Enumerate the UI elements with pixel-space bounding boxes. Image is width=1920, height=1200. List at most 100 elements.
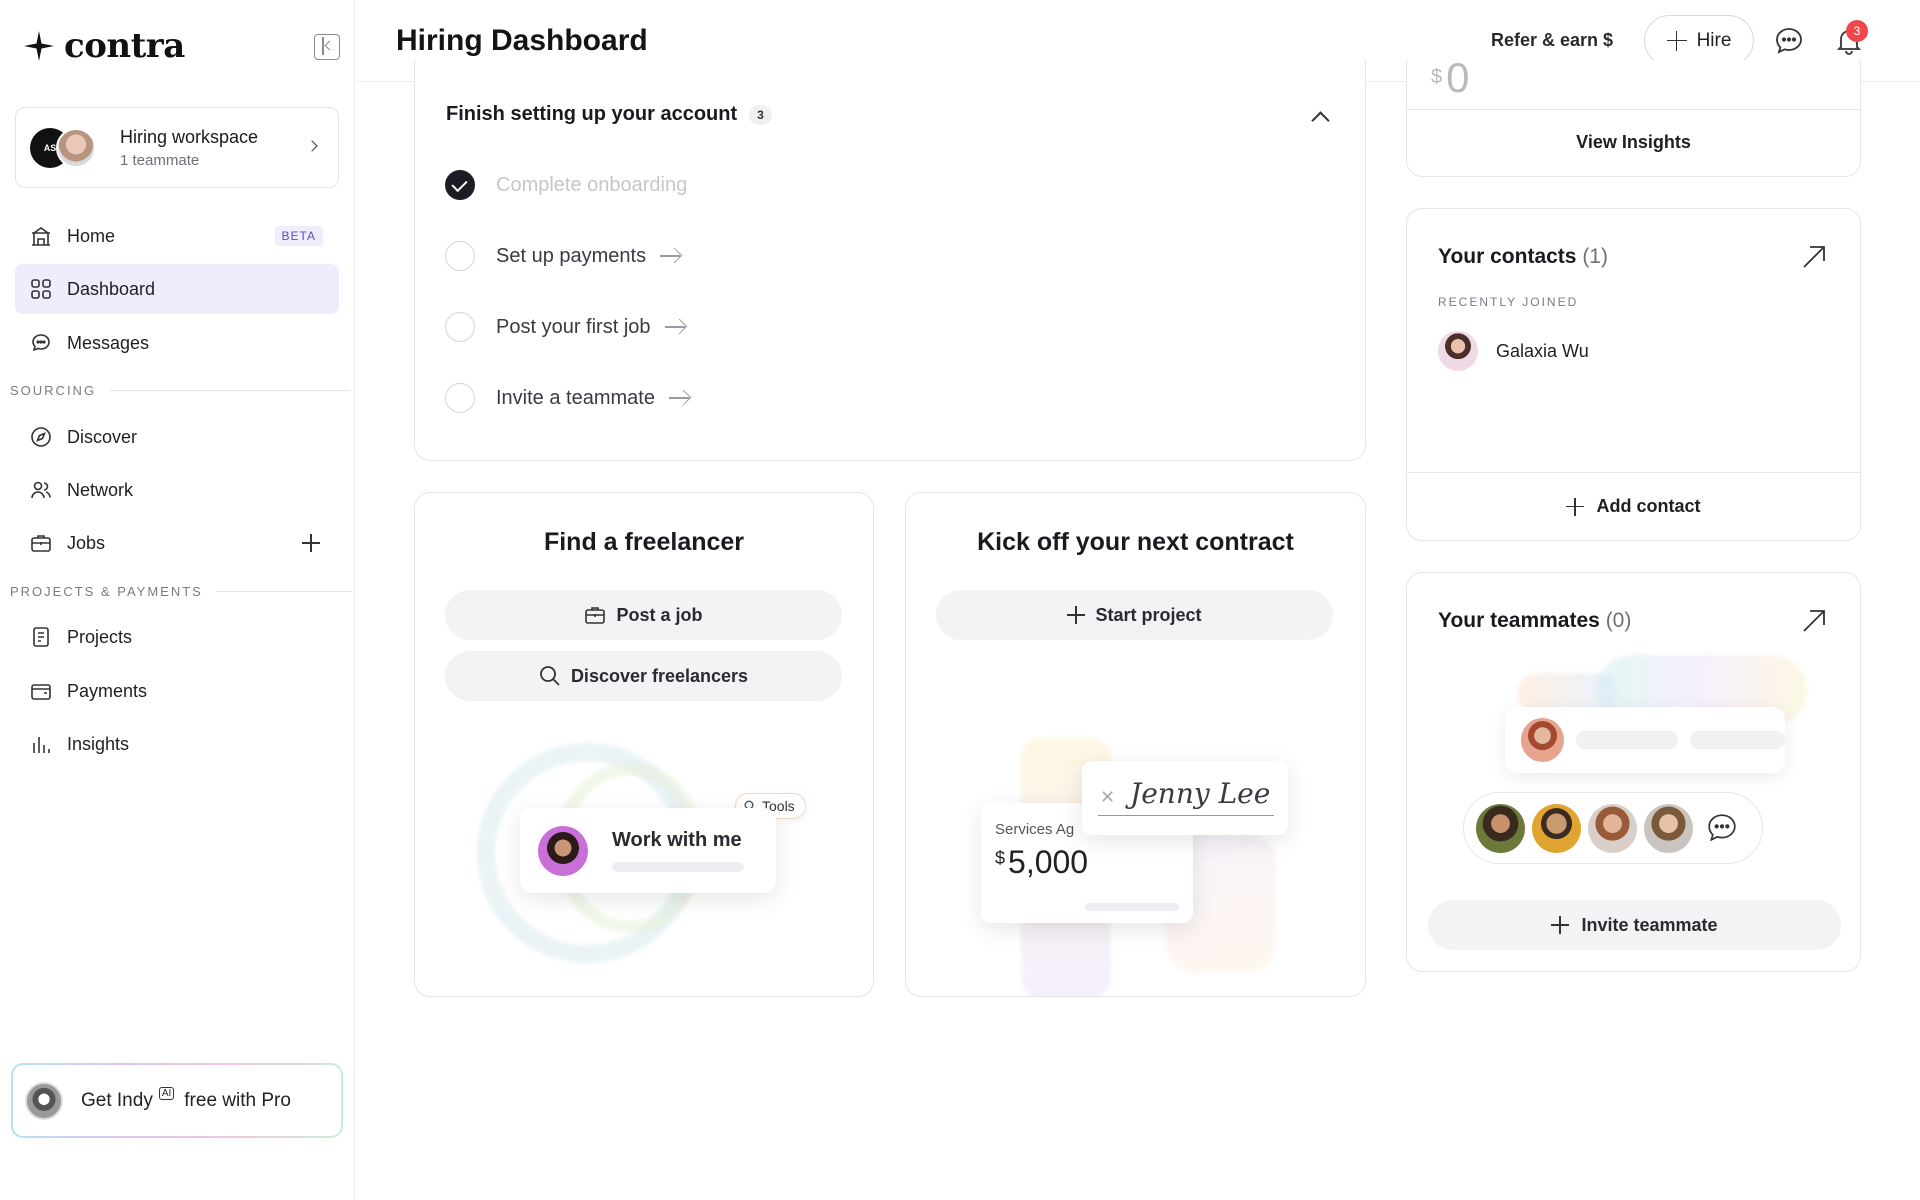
indy-promo-banner[interactable]: Get Indy AI free with Pro bbox=[11, 1063, 343, 1138]
home-icon bbox=[29, 224, 53, 248]
arrow-right-icon bbox=[664, 320, 687, 334]
nav-discover[interactable]: Discover bbox=[15, 412, 339, 462]
plus-icon bbox=[1666, 30, 1687, 51]
contact-avatar bbox=[1438, 331, 1478, 371]
find-freelancer-card: Find a freelancer Post a job Discover fr… bbox=[414, 492, 874, 997]
workspace-avatars: AS bbox=[30, 126, 100, 170]
post-job-button[interactable]: Post a job bbox=[445, 590, 842, 640]
compass-icon bbox=[29, 425, 53, 449]
task-post-first-job[interactable]: Post your first job bbox=[445, 312, 687, 342]
wallet-icon bbox=[29, 679, 53, 703]
teammate-avatar-row bbox=[1463, 792, 1763, 864]
nav-messages-label: Messages bbox=[67, 332, 150, 353]
setup-count-pill: 3 bbox=[749, 104, 772, 125]
teammate-avatar bbox=[56, 127, 96, 168]
contacts-card: Your contacts (1) RECENTLY JOINED Galaxi… bbox=[1406, 208, 1861, 541]
brand-name: contra bbox=[64, 26, 185, 66]
teammate-placeholder-row bbox=[1505, 707, 1785, 773]
contra-star-icon bbox=[24, 31, 54, 61]
nav-discover-label: Discover bbox=[67, 426, 138, 447]
task-set-up-payments[interactable]: Set up payments bbox=[445, 241, 682, 271]
arrow-up-right-icon[interactable] bbox=[1800, 243, 1828, 271]
empty-circle-icon bbox=[445, 312, 475, 342]
indy-astronaut-avatar bbox=[25, 1081, 63, 1120]
dashboard-grid-icon bbox=[29, 277, 53, 301]
setup-title: Finish setting up your account 3 bbox=[446, 103, 772, 126]
work-with-me-card: Work with me bbox=[520, 808, 776, 893]
contact-name: Galaxia Wu bbox=[1496, 340, 1589, 361]
chevron-up-icon[interactable] bbox=[1311, 111, 1330, 130]
arrow-up-right-icon[interactable] bbox=[1800, 607, 1828, 635]
sidebar: contra AS Hiring workspace 1 teammate Ho… bbox=[0, 0, 355, 1200]
workspace-switcher[interactable]: AS Hiring workspace 1 teammate bbox=[15, 107, 339, 188]
nav-insights[interactable]: Insights bbox=[15, 719, 339, 769]
search-icon bbox=[540, 666, 560, 686]
task-invite-teammate[interactable]: Invite a teammate bbox=[445, 383, 691, 413]
add-contact-button[interactable]: Add contact bbox=[1407, 472, 1860, 540]
signature-card: ✕ Jenny Lee bbox=[1082, 761, 1288, 835]
sourcing-section-label: SOURCING bbox=[10, 383, 351, 398]
insights-summary-card: $0 View Insights bbox=[1406, 54, 1861, 177]
nav-home-label: Home bbox=[67, 225, 116, 246]
plus-icon bbox=[1067, 606, 1086, 624]
ai-tag: AI bbox=[158, 1087, 175, 1100]
hire-label: Hire bbox=[1696, 29, 1732, 51]
start-project-button[interactable]: Start project bbox=[936, 590, 1333, 640]
close-icon: ✕ bbox=[1100, 787, 1116, 807]
plus-icon bbox=[1566, 497, 1585, 516]
empty-circle-icon bbox=[445, 383, 475, 413]
chevron-right-icon bbox=[306, 140, 318, 152]
recently-joined-label: RECENTLY JOINED bbox=[1438, 295, 1579, 309]
nav-payments-label: Payments bbox=[67, 680, 148, 701]
teammates-card: Your teammates (0) Invite teammate bbox=[1406, 572, 1861, 972]
arrow-right-icon bbox=[668, 391, 691, 405]
briefcase-icon bbox=[29, 531, 53, 555]
task-complete-onboarding[interactable]: Complete onboarding bbox=[445, 170, 687, 200]
nav-network-label: Network bbox=[67, 479, 134, 500]
contacts-title: Your contacts (1) bbox=[1438, 245, 1608, 268]
collapse-sidebar-icon[interactable] bbox=[314, 34, 340, 60]
teammate-avatar bbox=[1521, 718, 1564, 762]
nav-projects-label: Projects bbox=[67, 626, 133, 647]
checkmark-circle-icon bbox=[445, 170, 475, 200]
plus-icon bbox=[1551, 916, 1570, 934]
nav-projects[interactable]: Projects bbox=[15, 612, 339, 662]
nav-dashboard[interactable]: Dashboard bbox=[15, 264, 339, 314]
nav-dashboard-label: Dashboard bbox=[67, 278, 156, 299]
hire-button[interactable]: Hire bbox=[1644, 15, 1754, 66]
add-job-plus-icon[interactable] bbox=[301, 533, 321, 553]
promo-prefix: Get Indy bbox=[81, 1089, 153, 1111]
page-title: Hiring Dashboard bbox=[396, 24, 648, 57]
brand-logo[interactable]: contra bbox=[24, 26, 185, 66]
empty-circle-icon bbox=[445, 241, 475, 271]
nav-jobs[interactable]: Jobs bbox=[15, 518, 339, 568]
kick-off-contract-title: Kick off your next contract bbox=[977, 528, 1294, 556]
beta-badge: BETA bbox=[274, 226, 323, 246]
bar-chart-icon bbox=[29, 732, 53, 756]
projects-payments-section-label: PROJECTS & PAYMENTS bbox=[10, 584, 352, 599]
workspace-name: Hiring workspace bbox=[120, 126, 259, 147]
teammates-title: Your teammates (0) bbox=[1438, 609, 1632, 632]
people-icon bbox=[29, 478, 53, 502]
nav-messages[interactable]: Messages bbox=[15, 318, 339, 368]
notification-count-badge: 3 bbox=[1846, 20, 1868, 42]
insights-value: $0 bbox=[1431, 54, 1470, 101]
freelancer-avatar bbox=[538, 825, 588, 876]
nav-home[interactable]: Home BETA bbox=[15, 211, 339, 261]
nav-insights-label: Insights bbox=[67, 733, 130, 754]
nav-jobs-label: Jobs bbox=[67, 532, 106, 553]
message-bubble-icon bbox=[1708, 814, 1736, 842]
workspace-subtitle: 1 teammate bbox=[120, 151, 200, 169]
message-bubble-icon bbox=[29, 331, 53, 355]
briefcase-icon bbox=[585, 607, 606, 624]
contact-row[interactable]: Galaxia Wu bbox=[1438, 331, 1589, 371]
refer-earn-link[interactable]: Refer & earn $ bbox=[1491, 30, 1613, 51]
discover-freelancers-button[interactable]: Discover freelancers bbox=[445, 651, 842, 701]
find-freelancer-title: Find a freelancer bbox=[543, 528, 745, 556]
account-setup-card: Finish setting up your account 3 Complet… bbox=[414, 60, 1366, 461]
nav-network[interactable]: Network bbox=[15, 465, 339, 515]
messages-icon[interactable] bbox=[1774, 26, 1804, 56]
view-insights-button[interactable]: View Insights bbox=[1407, 109, 1860, 175]
nav-payments[interactable]: Payments bbox=[15, 666, 339, 716]
invite-teammate-button[interactable]: Invite teammate bbox=[1428, 900, 1841, 950]
